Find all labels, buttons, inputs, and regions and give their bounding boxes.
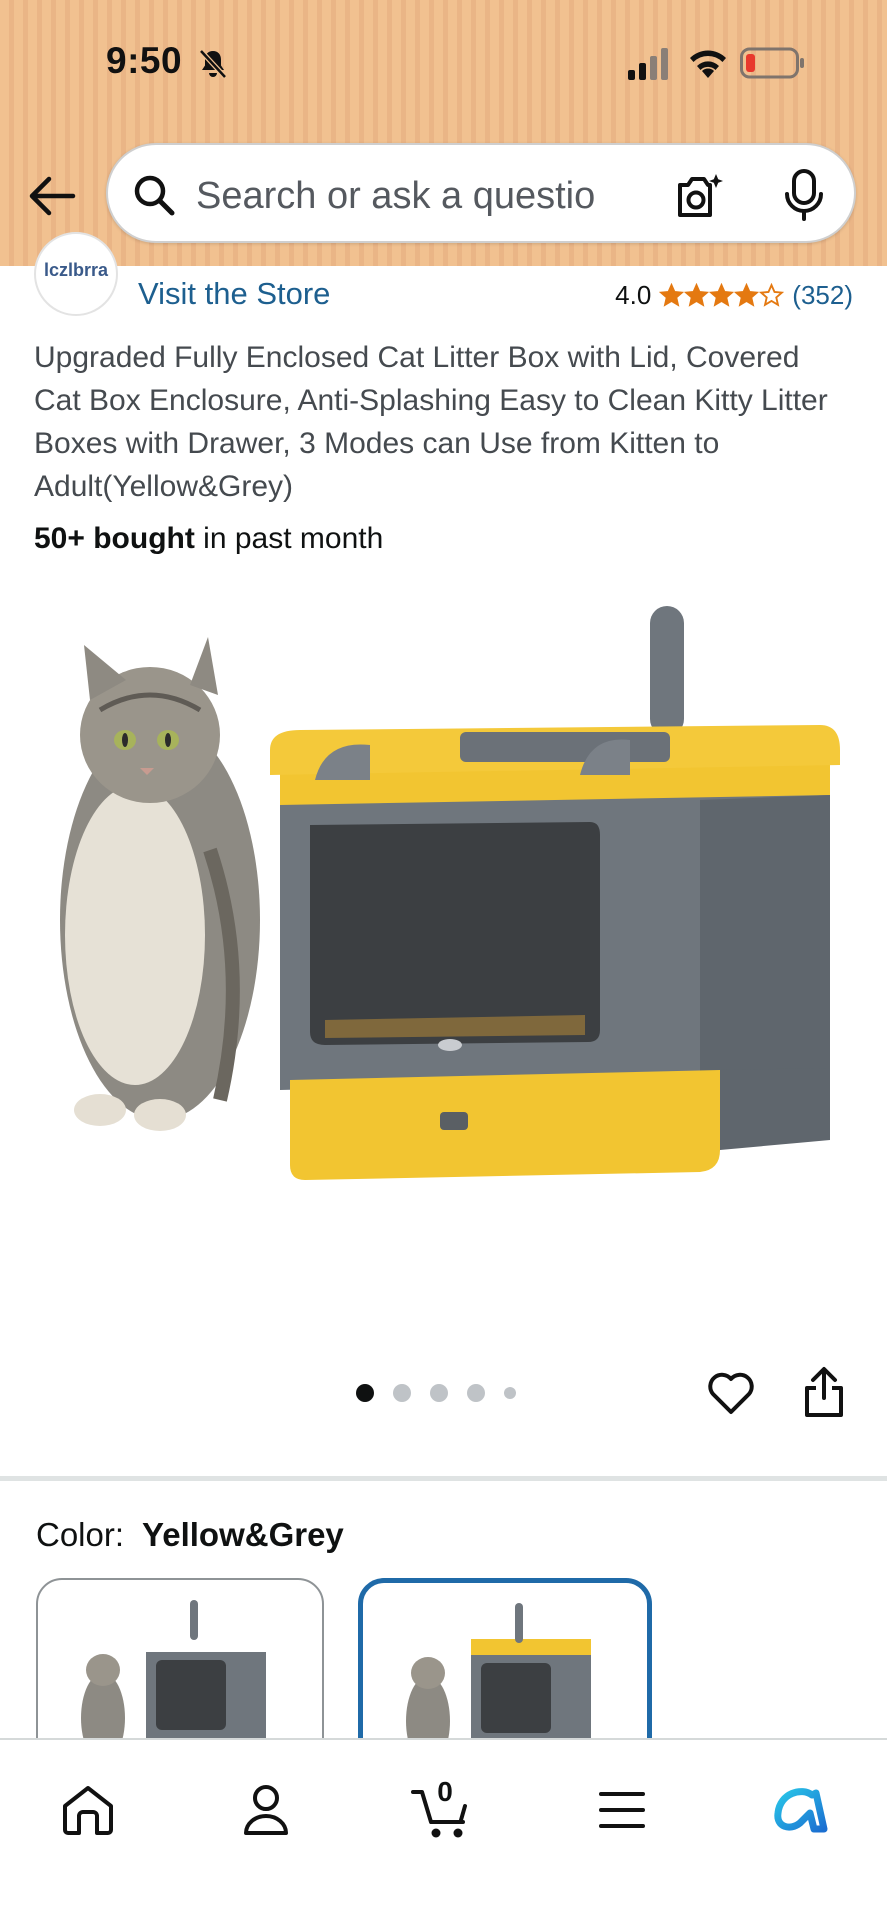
rufus-icon xyxy=(774,1788,828,1833)
share-icon[interactable] xyxy=(802,1366,846,1418)
battery-low-icon xyxy=(740,47,804,79)
carousel-dot[interactable] xyxy=(467,1384,485,1402)
account-icon xyxy=(244,1785,288,1835)
star-empty-icon xyxy=(759,283,785,307)
carousel-dot[interactable] xyxy=(430,1384,448,1402)
color-label: Color: xyxy=(36,1516,125,1553)
bell-slash-icon xyxy=(199,49,227,79)
search-input[interactable] xyxy=(196,175,596,218)
cart-count: 0 xyxy=(437,1776,453,1807)
section-divider xyxy=(0,1476,887,1481)
home-icon xyxy=(63,1786,113,1835)
cellular-signal-icon xyxy=(628,48,668,80)
arrow-left-icon xyxy=(29,176,76,216)
camera-sparkle-icon[interactable] xyxy=(674,171,724,221)
back-button[interactable] xyxy=(22,166,82,226)
status-time: 9:50 xyxy=(106,40,183,81)
microphone-icon[interactable] xyxy=(782,169,826,221)
store-logo[interactable]: lczlbrra xyxy=(34,232,118,316)
visit-store-link[interactable]: Visit the Store xyxy=(138,276,330,312)
nav-menu[interactable] xyxy=(582,1770,662,1850)
product-image[interactable] xyxy=(40,590,850,1290)
color-selection: Color: Yellow&Grey xyxy=(36,1516,344,1554)
image-carousel-dots[interactable] xyxy=(356,1384,535,1402)
status-bar: 9:50 xyxy=(0,0,887,130)
carousel-dot[interactable] xyxy=(393,1384,411,1402)
menu-icon xyxy=(599,1792,645,1828)
cat-illustration xyxy=(60,637,260,1131)
bought-in-past-month: 50+ bought in past month xyxy=(34,522,383,556)
bottom-navigation: 0 xyxy=(0,1738,887,1920)
search-icon xyxy=(134,175,175,216)
litter-box-illustration xyxy=(270,606,840,1180)
rating-count[interactable]: (352) xyxy=(792,280,853,311)
star-filled-icon xyxy=(659,283,685,307)
nav-account[interactable] xyxy=(226,1770,306,1850)
bought-period: in past month xyxy=(194,522,384,555)
nav-home[interactable] xyxy=(48,1770,128,1850)
carousel-dot[interactable] xyxy=(356,1384,374,1402)
bought-count: 50+ bought xyxy=(34,522,195,555)
carousel-dot[interactable] xyxy=(504,1387,516,1399)
star-filled-icon xyxy=(734,283,760,307)
search-bar[interactable] xyxy=(106,143,856,243)
nav-rufus[interactable] xyxy=(760,1770,840,1850)
product-title: Upgraded Fully Enclosed Cat Litter Box w… xyxy=(34,341,828,503)
nav-cart[interactable]: 0 xyxy=(404,1770,484,1850)
star-filled-icon xyxy=(684,283,710,307)
star-filled-icon xyxy=(709,283,735,307)
color-value: Yellow&Grey xyxy=(142,1516,344,1553)
wifi-icon xyxy=(690,50,726,78)
store-logo-text: lczlbrra xyxy=(43,260,109,280)
rating-summary[interactable]: 4.0 (352) xyxy=(615,280,853,311)
rating-stars xyxy=(659,283,785,308)
rating-value: 4.0 xyxy=(615,280,652,310)
heart-icon[interactable] xyxy=(706,1370,756,1416)
app-header: 9:50 xyxy=(0,0,887,266)
